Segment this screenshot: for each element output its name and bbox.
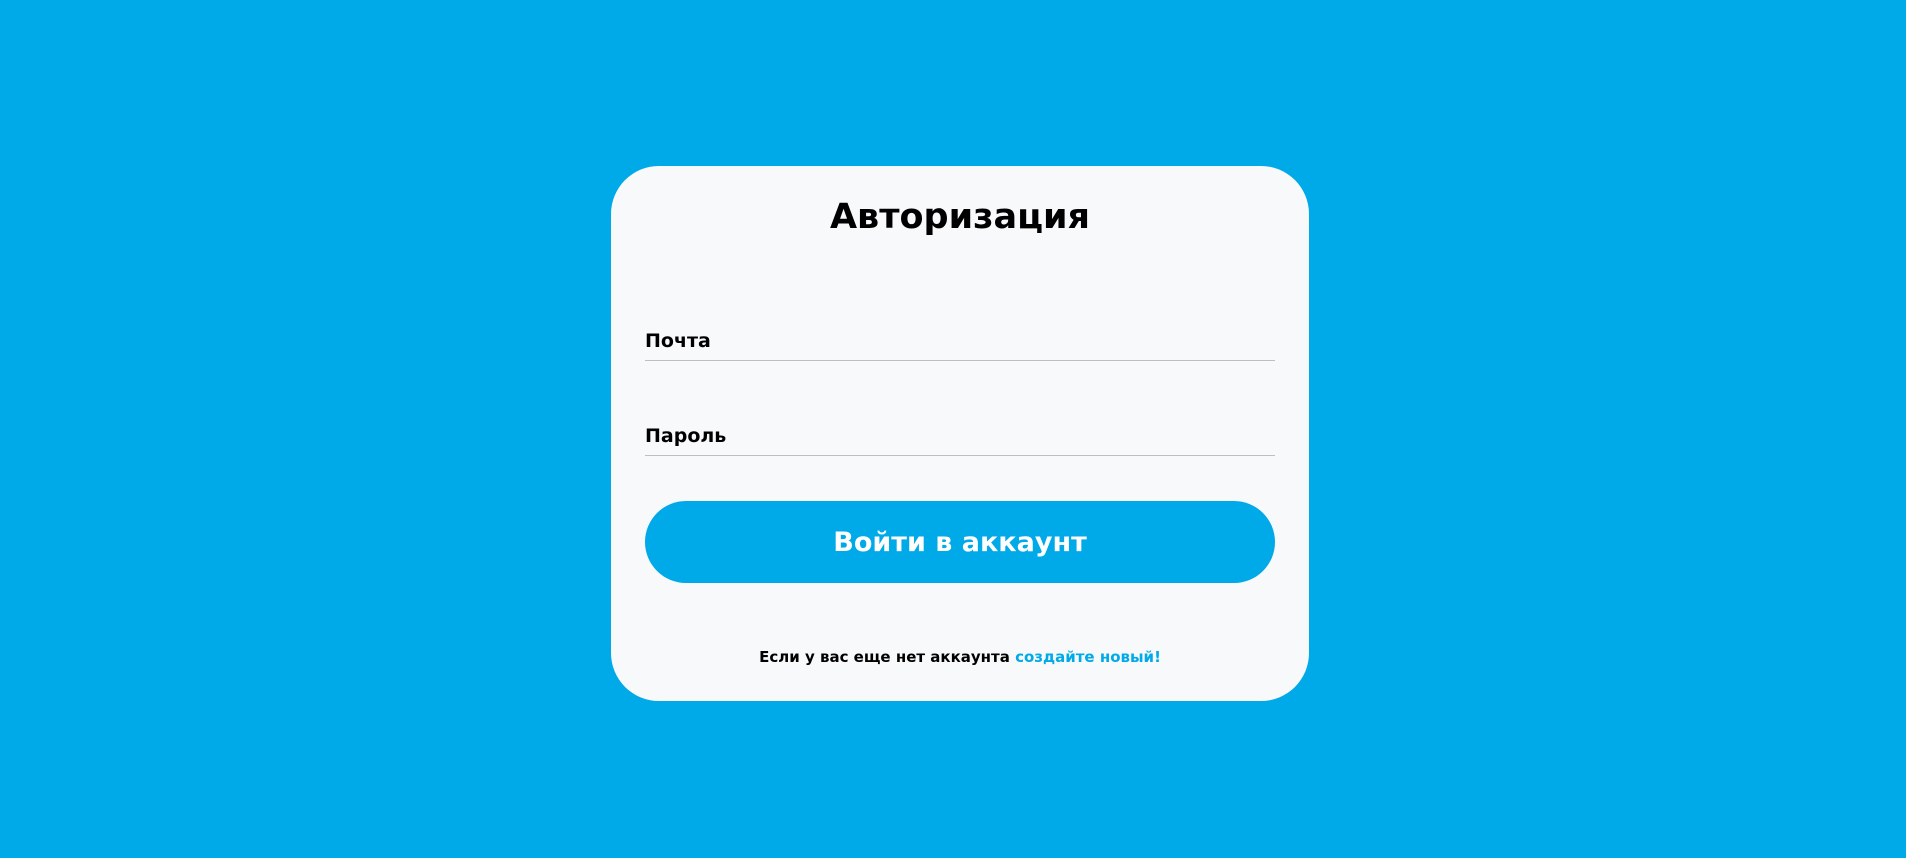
register-prompt: Если у вас еще нет аккаунта создайте нов… <box>611 648 1309 666</box>
login-card: Авторизация Войти в аккаунт Если у вас е… <box>611 166 1309 701</box>
email-field[interactable] <box>645 321 1275 360</box>
password-field[interactable] <box>645 416 1275 455</box>
register-link[interactable]: создайте новый! <box>1015 648 1161 666</box>
login-button[interactable]: Войти в аккаунт <box>645 501 1275 583</box>
email-field-container <box>645 321 1275 361</box>
page-title: Авторизация <box>829 197 1091 237</box>
register-prompt-text: Если у вас еще нет аккаунта <box>759 648 1016 666</box>
password-field-container <box>645 416 1275 456</box>
